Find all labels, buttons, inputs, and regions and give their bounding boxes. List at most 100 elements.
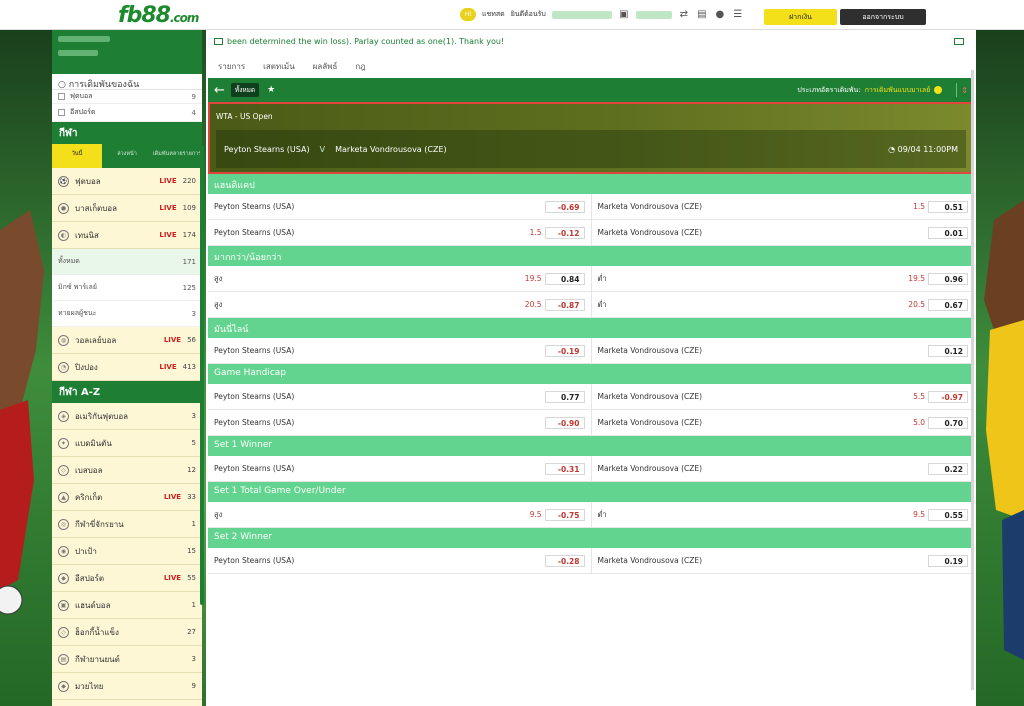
- user-info-box: [52, 30, 202, 74]
- sidebar-item-tennis[interactable]: ◐ เทนนิส LIVE 174: [52, 222, 202, 249]
- market-header[interactable]: Game Handicap: [208, 364, 974, 384]
- mail-icon[interactable]: [954, 38, 964, 45]
- collapse-arrows-icon[interactable]: ⇕: [961, 86, 968, 95]
- deposit-button[interactable]: ฝากเงิน: [764, 9, 837, 25]
- odds-button[interactable]: 0.67: [928, 298, 968, 311]
- sidebar-item-cycling[interactable]: ◎ กีฬาขี่จักรยาน 1: [52, 511, 202, 538]
- tennis-sub-all[interactable]: ทั้งหมด 171: [52, 249, 202, 275]
- back-arrow-icon[interactable]: ←: [214, 83, 225, 98]
- sidebar-item-esports[interactable]: ◆ อีสปอร์ต LIVE 55: [52, 565, 202, 592]
- bet-filter-row[interactable]: อีสปอร์ต 4: [52, 104, 202, 122]
- selection-name: Peyton Stearns (USA): [214, 464, 295, 473]
- odds-button[interactable]: 0.19: [928, 554, 968, 567]
- odds-button[interactable]: -0.87: [544, 298, 585, 311]
- selection-name: ต่ำ: [597, 273, 607, 283]
- sidebar-item-motorsport[interactable]: ▤ กีฬายานยนต์ 3: [52, 646, 202, 673]
- live-badge: LIVE: [159, 231, 177, 239]
- sport-label: ปิงปอง: [75, 362, 98, 372]
- tab-statement[interactable]: เสตทเม้น: [263, 60, 295, 74]
- selection-right: Marketa Vondrousova (CZE) 0.12: [592, 338, 975, 363]
- odds-button[interactable]: -0.97: [928, 390, 968, 403]
- odds-button[interactable]: 0.12: [928, 344, 968, 357]
- market-header[interactable]: แฮนดิแคป: [208, 174, 974, 194]
- odds-button[interactable]: -0.12: [544, 226, 585, 239]
- chat-icon[interactable]: HI: [460, 8, 476, 21]
- market-header[interactable]: Set 2 Winner: [208, 528, 974, 548]
- odds-button[interactable]: 0.51: [928, 200, 968, 213]
- divider: [956, 83, 958, 97]
- market-header[interactable]: Set 1 Total Game Over/Under: [208, 482, 974, 502]
- odds-button[interactable]: 0.01: [928, 226, 968, 239]
- promo-icon[interactable]: ▤: [696, 9, 708, 21]
- sub-count: 125: [182, 283, 196, 292]
- odds-button[interactable]: -0.69: [544, 200, 585, 213]
- profile-icon[interactable]: ●: [714, 9, 726, 21]
- sidebar-item-table-tennis[interactable]: ◔ ปิงปอง LIVE 413: [52, 354, 202, 381]
- odds-button[interactable]: 0.55: [928, 508, 968, 521]
- favorite-star-icon[interactable]: ★: [267, 85, 275, 95]
- my-bets-header[interactable]: ○ การเดิมพันของฉัน: [52, 74, 202, 90]
- odds-button[interactable]: 0.22: [928, 462, 968, 475]
- market-header[interactable]: มันนี่ไลน์: [208, 318, 974, 338]
- odds-type-value[interactable]: การเดิมพันแบบมาเลย์: [865, 85, 931, 96]
- odds-button[interactable]: -0.28: [544, 554, 585, 567]
- odds-button[interactable]: -0.90: [544, 416, 585, 429]
- balance-blurred: [635, 10, 672, 19]
- market-header[interactable]: Set 1 Winner: [208, 436, 974, 456]
- sport-count: 109: [182, 204, 196, 212]
- sport-label: บาสเก็ตบอล: [75, 203, 118, 213]
- main-scrollbar[interactable]: [971, 70, 974, 690]
- sport-count: 12: [187, 466, 196, 474]
- menu-list-icon[interactable]: ☰: [732, 9, 744, 21]
- speaker-icon: [214, 38, 223, 45]
- live-chat-link[interactable]: แชทสด: [482, 9, 505, 20]
- sidebar-item-ice-hockey[interactable]: ◇ ฮ็อกกี้น้ำแข็ง 27: [52, 619, 202, 646]
- checkbox[interactable]: [58, 109, 65, 116]
- sidebar-item-cricket[interactable]: ▲ คริกเก็ต LIVE 33: [52, 484, 202, 511]
- odds-button[interactable]: -0.19: [544, 344, 585, 357]
- sidebar-item-darts[interactable]: ◉ ปาเป้า 15: [52, 538, 202, 565]
- tab-early[interactable]: ล่วงหน้า: [102, 144, 152, 168]
- odds-button[interactable]: 0.70: [928, 416, 968, 429]
- odds-button[interactable]: -0.75: [544, 508, 585, 521]
- sidebar-item-american-football[interactable]: ◈ อเมริกันฟุตบอล 3: [52, 403, 202, 430]
- tennis-sub-outright[interactable]: ทายผลผู้ชนะ 3: [52, 301, 202, 327]
- tab-parlay[interactable]: เดิมพันหลายรายการ: [152, 144, 202, 168]
- odds-button[interactable]: -0.31: [544, 462, 585, 475]
- sidebar-item-badminton[interactable]: ✦ แบดมินตัน 5: [52, 430, 202, 457]
- market-row: Peyton Stearns (USA) 1.5 -0.12 Marketa Vond…: [208, 220, 974, 246]
- sidebar-item-volleyball[interactable]: ◍ วอลเลย์บอล LIVE 56: [52, 327, 202, 354]
- sidebar-item-baseball[interactable]: ◇ เบสบอล 12: [52, 457, 202, 484]
- esports-icon: ◆: [58, 572, 69, 584]
- selection-name: Marketa Vondrousova (CZE): [597, 556, 703, 565]
- sidebar-scrollbar[interactable]: [200, 145, 204, 605]
- checkbox[interactable]: [58, 93, 65, 100]
- bet-filter-row[interactable]: ฟุตบอล 9: [52, 90, 202, 104]
- versus-label: V: [319, 144, 326, 154]
- tennis-sub-mix-parlay[interactable]: มิกซ์ พาร์เลย์ 125: [52, 275, 202, 301]
- handicap-value: 20.5: [524, 300, 542, 309]
- selection-name: Marketa Vondrousova (CZE): [597, 418, 703, 427]
- logout-button[interactable]: ออกจากระบบ: [840, 9, 926, 25]
- sidebar-item-soccer[interactable]: ⚽ ฟุตบอล LIVE 220: [52, 168, 202, 195]
- sidebar-item-handball[interactable]: ▣ แฮนด์บอล 1: [52, 592, 202, 619]
- market-header[interactable]: มากกว่า/น้อยกว่า: [208, 246, 974, 266]
- selection-right: Marketa Vondrousova (CZE) 0.19: [592, 548, 975, 573]
- tab-results[interactable]: ผลลัพธ์: [313, 60, 338, 74]
- fb88-logo[interactable]: fb88.com: [118, 3, 199, 28]
- info-icon[interactable]: [934, 86, 943, 94]
- transfer-icon[interactable]: ⇄: [678, 9, 690, 21]
- tab-rules[interactable]: กฎ: [355, 60, 365, 74]
- handicap-value: 19.5: [908, 274, 925, 283]
- sidebar-item-basketball[interactable]: ● บาสเก็ตบอล LIVE 109: [52, 195, 202, 222]
- sub-label: ทั้งหมด: [58, 257, 80, 265]
- tab-list[interactable]: รายการ: [218, 60, 245, 74]
- all-filter-button[interactable]: ทั้งหมด: [230, 83, 260, 97]
- odds-button[interactable]: 0.77: [544, 390, 585, 403]
- sport-label: ฟุตบอล: [75, 176, 101, 186]
- wallet-icon[interactable]: ▣: [618, 9, 630, 21]
- odds-button[interactable]: 0.96: [928, 272, 968, 285]
- tab-today[interactable]: วันนี้: [52, 144, 102, 168]
- sidebar-item-muay-thai[interactable]: ◆ มวยไทย 9: [52, 673, 202, 700]
- odds-button[interactable]: 0.84: [544, 272, 585, 285]
